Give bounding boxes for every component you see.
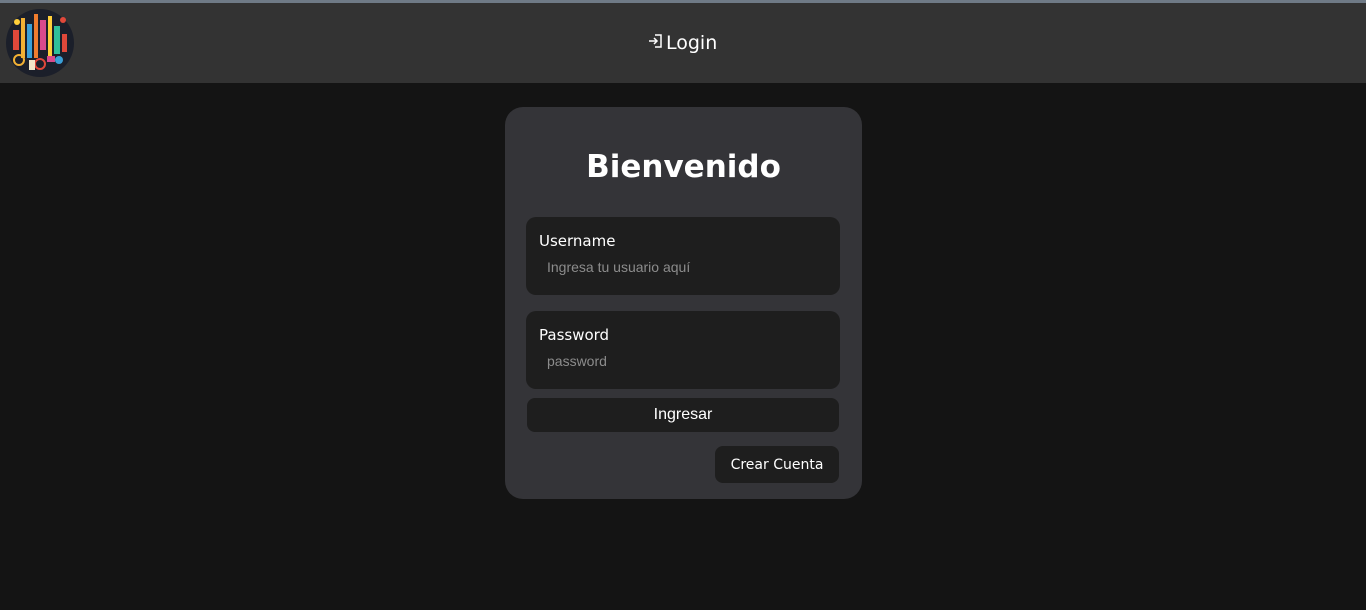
password-label: Password bbox=[539, 326, 610, 344]
password-input[interactable] bbox=[540, 349, 833, 373]
page-title: Bienvenido bbox=[586, 149, 781, 185]
logo[interactable] bbox=[5, 8, 75, 78]
navbar: Login bbox=[0, 3, 1366, 83]
username-field-group: Username bbox=[526, 217, 840, 295]
login-arrow-icon bbox=[649, 34, 662, 48]
username-label: Username bbox=[539, 232, 616, 250]
password-field-group: Password bbox=[526, 311, 840, 389]
nav-login-link[interactable]: Login bbox=[646, 30, 717, 56]
create-account-button[interactable]: Crear Cuenta bbox=[715, 446, 839, 483]
login-card: Bienvenido Username Password Ingresar Cr… bbox=[505, 107, 862, 499]
tools-collage-logo-icon bbox=[6, 9, 74, 77]
nav-login-label: Login bbox=[666, 32, 718, 54]
submit-button[interactable]: Ingresar bbox=[527, 398, 839, 432]
username-input[interactable] bbox=[540, 255, 833, 279]
